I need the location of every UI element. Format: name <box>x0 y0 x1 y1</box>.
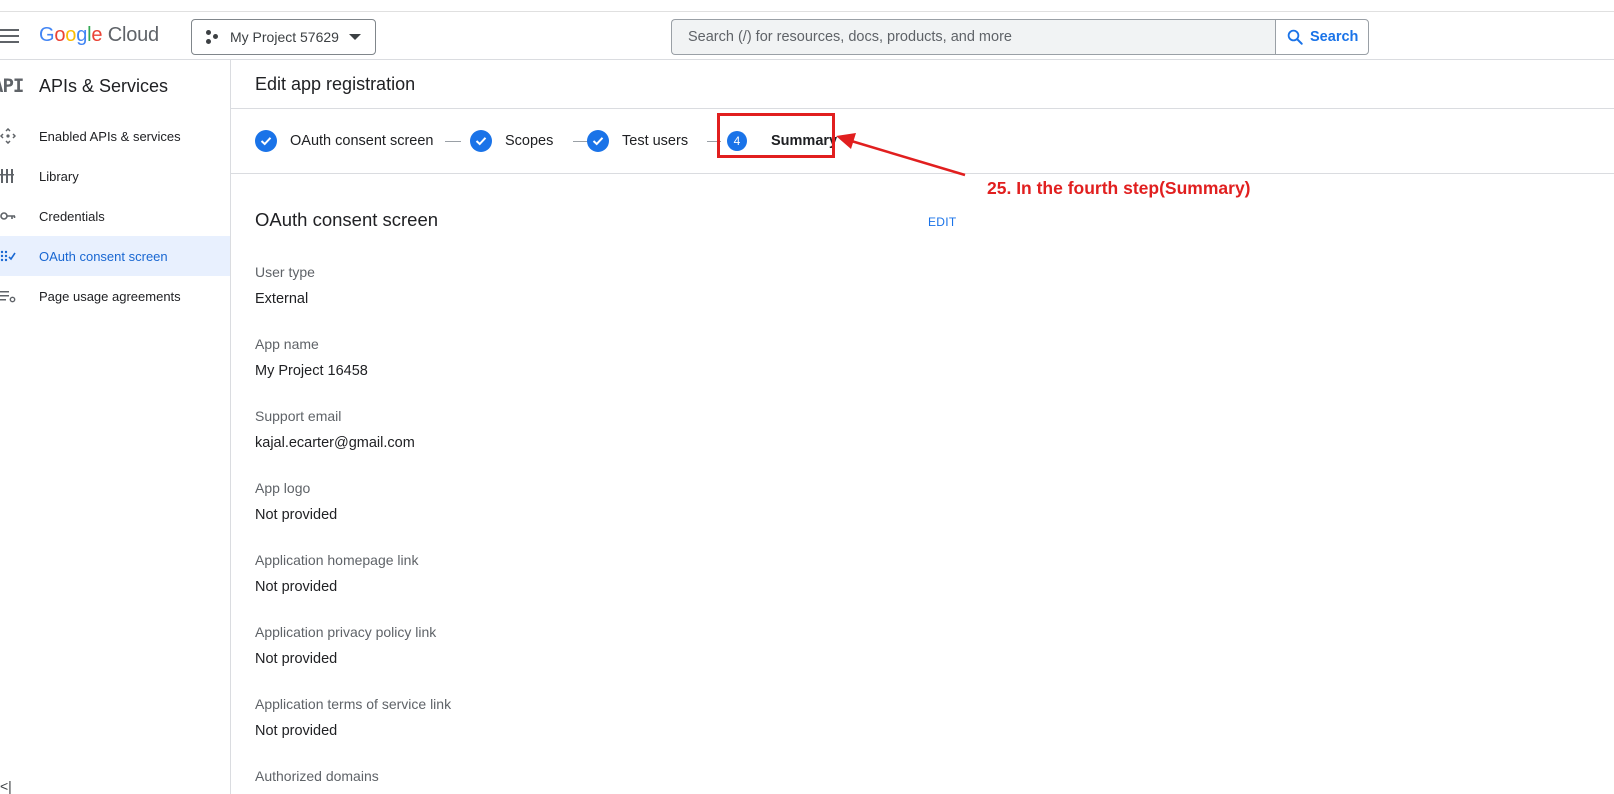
step-connector <box>445 141 461 142</box>
field-support-email: Support email kajal.ecarter@gmail.com <box>255 408 415 451</box>
sidebar-item-oauth-consent[interactable]: OAuth consent screen <box>0 236 230 276</box>
api-icon: API <box>0 75 24 97</box>
google-cloud-logo[interactable]: Google Cloud <box>39 24 159 47</box>
sidebar: API APIs & Services Enabled APIs & servi… <box>0 60 231 794</box>
step-scopes[interactable]: Scopes <box>470 126 553 156</box>
field-terms-link: Application terms of service link Not pr… <box>255 696 452 739</box>
step-label: Test users <box>622 133 689 149</box>
project-selector-button[interactable]: My Project 57629 <box>191 19 376 55</box>
main-content: Edit app registration OAuth consent scre… <box>231 60 1614 794</box>
sidebar-item-label: Library <box>39 168 79 184</box>
caret-down-icon <box>349 34 361 40</box>
sidebar-item-label: OAuth consent screen <box>39 248 168 264</box>
field-app-logo: App logo Not provided <box>255 480 338 523</box>
check-circle-icon <box>587 130 609 152</box>
search-icon <box>1287 29 1303 45</box>
sidebar-item-enabled-apis[interactable]: Enabled APIs & services <box>0 116 230 156</box>
search-button[interactable]: Search <box>1275 19 1369 55</box>
sidebar-title: API APIs & Services <box>0 72 168 100</box>
page-title: Edit app registration <box>255 74 416 94</box>
field-homepage-link: Application homepage link Not provided <box>255 552 419 595</box>
menu-icon[interactable] <box>0 29 19 43</box>
search-input[interactable] <box>671 19 1276 55</box>
annotation-highlight-box <box>717 113 835 158</box>
sidebar-item-label: Credentials <box>39 208 105 224</box>
sidebar-item-library[interactable]: Library <box>0 156 230 196</box>
sidebar-item-page-usage[interactable]: Page usage agreements <box>0 276 230 316</box>
search-bar: Search <box>671 19 1369 55</box>
search-button-label: Search <box>1310 29 1359 45</box>
sidebar-item-label: Enabled APIs & services <box>39 128 181 144</box>
enabled-apis-icon <box>0 128 16 144</box>
step-label: Scopes <box>505 133 554 149</box>
project-icon <box>206 30 220 44</box>
sidebar-title-label: APIs & Services <box>39 75 169 96</box>
page-usage-icon <box>0 291 16 303</box>
top-bar: Google Cloud My Project 57629 Search <box>0 11 1614 60</box>
edit-button[interactable]: EDIT <box>928 215 957 229</box>
check-circle-icon <box>470 130 492 152</box>
annotation-text: 25. In the fourth step(Summary) <box>987 178 1251 198</box>
key-icon <box>0 212 16 220</box>
step-label: OAuth consent screen <box>290 133 434 149</box>
field-privacy-policy-link: Application privacy policy link Not prov… <box>255 624 437 667</box>
divider <box>231 108 1614 109</box>
field-user-type: User type External <box>255 264 315 307</box>
check-circle-icon <box>255 130 277 152</box>
field-app-name: App name My Project 16458 <box>255 336 368 379</box>
step-oauth-consent[interactable]: OAuth consent screen <box>255 126 433 156</box>
collapse-sidebar-button[interactable]: <| <box>0 778 12 794</box>
divider <box>231 173 1614 174</box>
sidebar-item-label: Page usage agreements <box>39 288 181 304</box>
sidebar-item-credentials[interactable]: Credentials <box>0 196 230 236</box>
oauth-consent-icon <box>0 250 16 262</box>
step-test-users[interactable]: Test users <box>587 126 688 156</box>
section-title: OAuth consent screen <box>255 209 439 230</box>
library-icon <box>0 169 14 183</box>
project-label: My Project 57629 <box>230 29 339 45</box>
field-authorized-domains: Authorized domains <box>255 768 379 784</box>
